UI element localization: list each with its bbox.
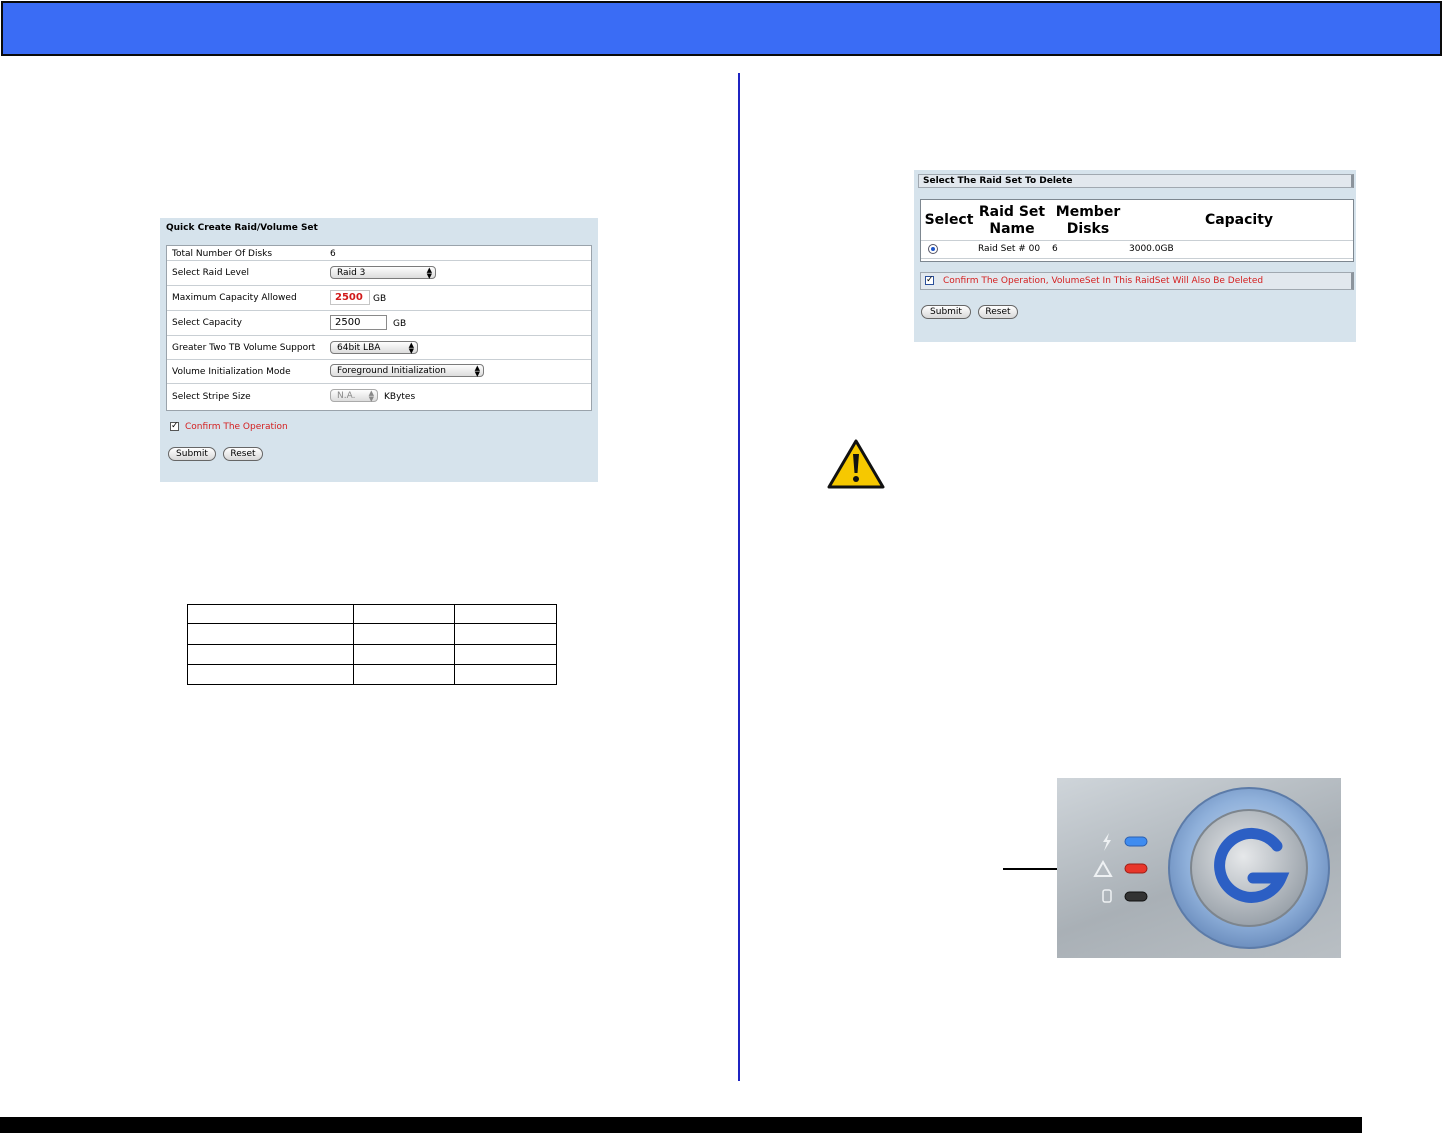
row-label: Select Capacity (172, 318, 242, 328)
selected-value: 64bit LBA (337, 343, 381, 353)
unit-label: GB (373, 294, 387, 304)
confirm-label: Confirm The Operation (185, 422, 288, 432)
panel-title: Quick Create Raid/Volume Set (166, 223, 318, 233)
row-total-disks: Total Number Of Disks 6 (167, 246, 591, 261)
unit-label: KBytes (384, 392, 416, 402)
grid-line (556, 604, 557, 685)
raid-set-radio[interactable] (928, 244, 938, 254)
column-header-members: Member Disks (1055, 204, 1121, 237)
page-footer-bar (0, 1117, 1362, 1133)
row-divider (921, 258, 1353, 259)
row-label: Total Number Of Disks (172, 249, 273, 259)
confirm-bar: ✓ Confirm The Operation, VolumeSet In Th… (920, 272, 1354, 290)
quick-create-panel: Quick Create Raid/Volume Set Total Numbe… (160, 218, 598, 482)
status-indicators (1093, 833, 1148, 903)
warning-icon (827, 439, 885, 489)
lba-select[interactable]: 64bit LBA ▲ ▼ (330, 341, 418, 355)
disk-icon (1102, 889, 1112, 903)
row-two-tb-support: Greater Two TB Volume Support 64bit LBA … (167, 336, 591, 360)
init-mode-select[interactable]: Foreground Initialization ▲ ▼ (330, 364, 484, 378)
select-arrows-icon: ▲ ▼ (368, 389, 374, 403)
capacity-input[interactable]: 2500 (330, 315, 387, 330)
raid-level-select[interactable]: Raid 3 ▲ ▼ (330, 266, 436, 280)
column-header-name: Raid Set Name (978, 204, 1046, 237)
power-button (1190, 809, 1308, 927)
reset-button[interactable]: Reset (223, 447, 263, 461)
select-arrows-icon: ▲ ▼ (474, 364, 480, 378)
column-divider (738, 73, 740, 1081)
row-label: Maximum Capacity Allowed (172, 293, 297, 303)
raid-set-capacity: 3000.0GB (1129, 244, 1174, 254)
quick-create-form: Total Number Of Disks 6 Select Raid Leve… (166, 245, 592, 411)
confirm-label: Confirm The Operation, VolumeSet In This… (943, 276, 1264, 286)
row-max-capacity: Maximum Capacity Allowed 2500 GB (167, 286, 591, 311)
grid-line (187, 684, 557, 685)
delete-raid-panel: Select The Raid Set To Delete Select Rai… (914, 170, 1356, 342)
empty-table (187, 604, 557, 685)
column-header-select: Select (924, 212, 974, 228)
selected-value: Foreground Initialization (337, 366, 446, 376)
select-arrows-icon: ▲ ▼ (426, 266, 432, 280)
lightning-icon (1103, 833, 1111, 851)
warning-dot (853, 476, 859, 482)
member-disks: 6 (1052, 244, 1058, 254)
grid-line (454, 604, 455, 685)
row-stripe-size: Select Stripe Size N.A. ▲ ▼ KBytes (167, 384, 591, 409)
checkmark-icon: ✓ (926, 275, 934, 285)
row-init-mode: Volume Initialization Mode Foreground In… (167, 360, 591, 384)
reset-button[interactable]: Reset (978, 305, 1018, 319)
page-header-bar (1, 1, 1442, 56)
row-raid-level: Select Raid Level Raid 3 ▲ ▼ (167, 261, 591, 286)
grid-line (353, 604, 354, 685)
submit-button[interactable]: Submit (168, 447, 216, 461)
submit-button[interactable]: Submit (921, 305, 971, 319)
device-front-panel-photo (1057, 778, 1341, 958)
row-select-capacity: Select Capacity 2500 GB (167, 311, 591, 336)
checkmark-icon: ✓ (171, 421, 179, 431)
grid-line (187, 604, 188, 685)
grid-line (187, 664, 557, 665)
confirm-checkbox[interactable]: ✓ (170, 422, 179, 431)
alert-icon (1093, 859, 1113, 877)
stripe-size-select[interactable]: N.A. ▲ ▼ (330, 389, 378, 403)
grid-line (187, 604, 557, 605)
power-led (1124, 836, 1148, 847)
raid-set-name: Raid Set # 00 (978, 244, 1041, 254)
grid-line (187, 623, 557, 624)
row-label: Volume Initialization Mode (172, 367, 291, 377)
selected-value: Raid 3 (337, 268, 366, 278)
max-capacity-value: 2500 (330, 290, 370, 305)
row-label: Select Raid Level (172, 268, 250, 278)
alert-led (1124, 863, 1148, 874)
row-divider (921, 240, 1353, 241)
select-arrows-icon: ▲ ▼ (408, 341, 414, 355)
row-label: Greater Two TB Volume Support (172, 343, 316, 353)
device-illustration (1093, 787, 1330, 949)
disk-led (1124, 891, 1148, 902)
selected-value: N.A. (337, 391, 356, 401)
panel-title: Select The Raid Set To Delete (918, 174, 1354, 188)
grid-line (187, 644, 557, 645)
row-label: Select Stripe Size (172, 392, 251, 402)
total-disks-value: 6 (330, 249, 336, 259)
raid-set-table: Select Raid Set Name Member Disks Capaci… (920, 199, 1354, 262)
unit-label: GB (393, 319, 407, 329)
confirm-checkbox[interactable]: ✓ (925, 276, 934, 285)
column-header-capacity: Capacity (1204, 212, 1274, 228)
